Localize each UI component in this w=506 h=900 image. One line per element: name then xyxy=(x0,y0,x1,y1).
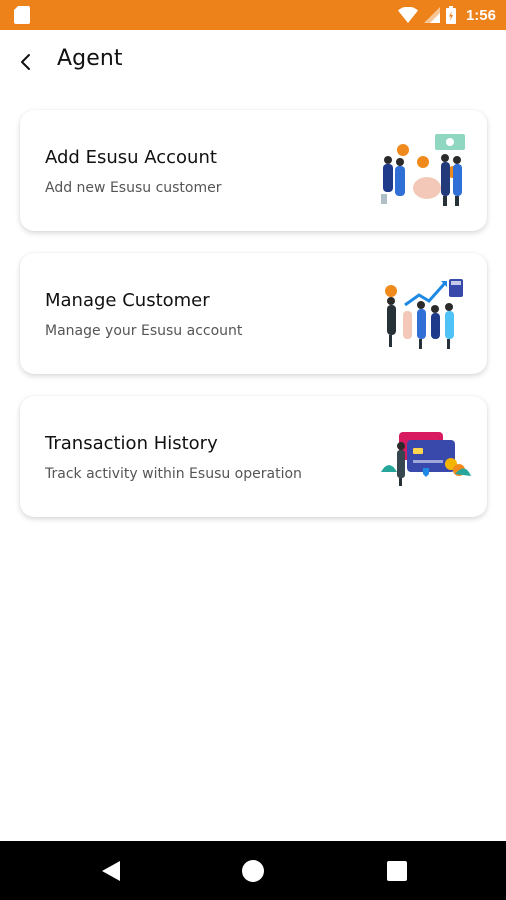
nav-back-icon xyxy=(102,861,120,881)
nav-home-button[interactable] xyxy=(240,858,266,884)
card-title: Add Esusu Account xyxy=(45,147,217,168)
nav-home-icon xyxy=(242,860,264,882)
wifi-icon xyxy=(397,7,418,23)
nav-recents-icon xyxy=(387,861,407,881)
app-bar: Agent xyxy=(0,30,506,92)
card-title: Transaction History xyxy=(45,433,218,454)
people-money-illustration xyxy=(381,134,465,206)
battery-icon xyxy=(445,6,456,24)
card-subtitle: Manage your Esusu account xyxy=(45,323,243,339)
back-arrow-icon xyxy=(21,54,30,70)
card-title: Manage Customer xyxy=(45,290,210,311)
add-esusu-account-card[interactable]: Add Esusu Account Add new Esusu customer xyxy=(20,110,487,231)
status-time: 1:56 xyxy=(465,6,496,24)
nav-back-button[interactable] xyxy=(98,858,124,884)
nav-recents-button[interactable] xyxy=(384,858,410,884)
growth-chart-illustration xyxy=(385,279,463,349)
sd-card-icon xyxy=(14,6,30,24)
card-subtitle: Track activity within Esusu operation xyxy=(45,466,302,482)
card-transaction-illustration xyxy=(381,432,471,486)
card-subtitle: Add new Esusu customer xyxy=(45,180,222,196)
back-button[interactable] xyxy=(10,46,42,78)
manage-customer-card[interactable]: Manage Customer Manage your Esusu accoun… xyxy=(20,253,487,374)
transaction-history-card[interactable]: Transaction History Track activity withi… xyxy=(20,396,487,517)
page-title: Agent xyxy=(57,46,123,71)
signal-icon xyxy=(423,7,440,23)
system-nav-bar xyxy=(0,841,506,900)
status-icons: 1:56 xyxy=(397,5,496,25)
status-bar: 1:56 xyxy=(0,0,506,30)
